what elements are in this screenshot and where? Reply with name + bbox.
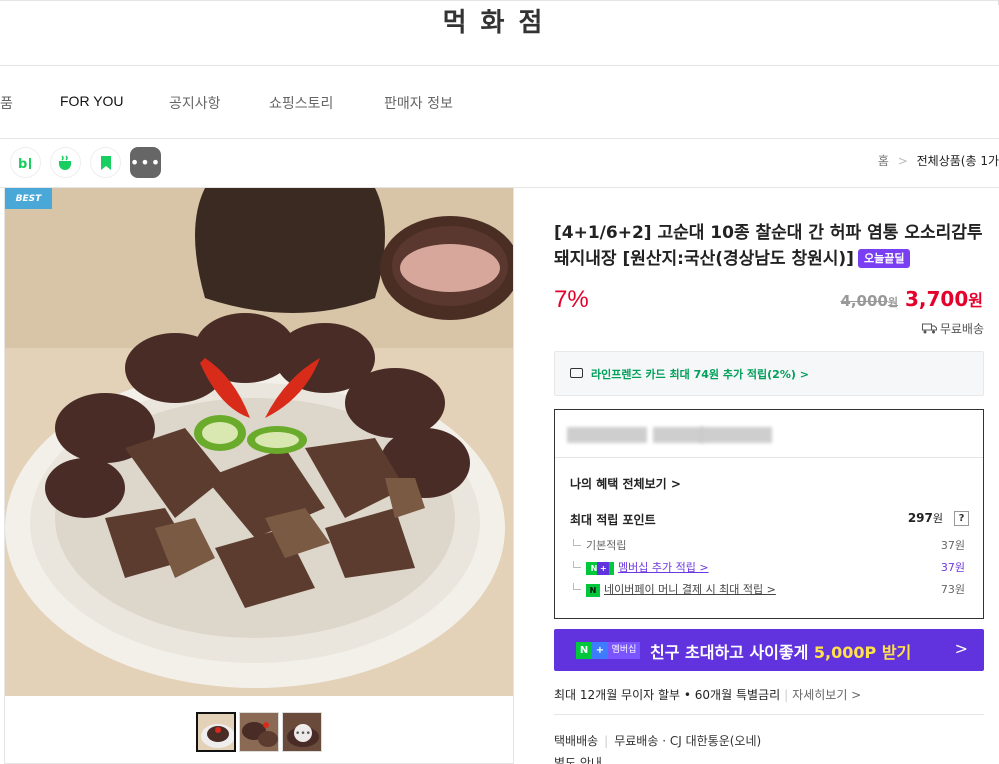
naver-membership-badge: N + 멤버십 bbox=[576, 642, 640, 659]
points-value: 73원 bbox=[940, 583, 965, 596]
benefits-box: 나의 혜택 전체보기 > 최대 적립 포인트 297원 ? 기본적립 37원 N… bbox=[554, 409, 984, 619]
benefits-header bbox=[555, 410, 983, 458]
blog-icon[interactable]: b bbox=[10, 147, 41, 178]
points-value: 37원 bbox=[940, 539, 965, 552]
divider bbox=[0, 138, 999, 139]
nav-item-shopping-story[interactable]: 쇼핑스토리 bbox=[269, 93, 333, 113]
breadcrumb-home[interactable]: 홈 bbox=[878, 154, 889, 168]
membership-link[interactable]: 멤버십 추가 적립 > bbox=[618, 561, 709, 574]
max-points-value: 297원 bbox=[907, 511, 943, 525]
shipping-info: 무료배송 bbox=[921, 320, 984, 337]
product-image[interactable]: BEST bbox=[5, 188, 513, 696]
thumbnail[interactable]: ••• bbox=[282, 712, 322, 752]
cafe-icon[interactable] bbox=[50, 147, 81, 178]
points-row-basic: 기본적립 bbox=[573, 537, 626, 553]
original-price: 4,000원 bbox=[840, 292, 898, 310]
best-badge: BEST bbox=[5, 188, 52, 209]
points-row-membership: N + 멤버십 추가 적립 > bbox=[573, 559, 709, 575]
installment-info: 최대 12개월 무이자 할부 • 60개월 특별금리 | 자세히보기 > bbox=[554, 688, 862, 702]
breadcrumb: 홈 > 전체상품(총 1가 bbox=[878, 152, 999, 169]
help-icon[interactable]: ? bbox=[954, 511, 969, 526]
naverpay-link[interactable]: 네이버페이 머니 결제 시 최대 적립 > bbox=[604, 583, 776, 596]
banner-text: 친구 초대하고 사이좋게 5,000P 받기 bbox=[650, 643, 912, 662]
svg-text:•••: ••• bbox=[295, 729, 311, 739]
points-value: 37원 bbox=[940, 561, 965, 574]
more-icon[interactable]: ••• bbox=[130, 147, 161, 178]
nav-item-for-you[interactable]: FOR YOU bbox=[60, 93, 124, 109]
thumbnail[interactable] bbox=[196, 712, 236, 752]
naverpay-icon: N bbox=[586, 584, 600, 597]
bookmark-icon[interactable] bbox=[90, 147, 121, 178]
chevron-right-icon: > bbox=[897, 154, 908, 168]
max-points-label: 최대 적립 포인트 bbox=[570, 513, 656, 527]
benefits-view-all[interactable]: 나의 혜택 전체보기 > bbox=[570, 475, 681, 492]
sale-price: 3,700원 bbox=[905, 287, 983, 311]
thumbnail[interactable] bbox=[239, 712, 279, 752]
nav-item-seller-info[interactable]: 판매자 정보 bbox=[384, 93, 453, 113]
product-title: [4+1/6+2] 고순대 10종 찰순대 간 허파 염통 오소리감투 돼지내장… bbox=[554, 220, 984, 272]
product-title-text: [4+1/6+2] 고순대 10종 찰순대 간 허파 염통 오소리감투 돼지내장… bbox=[554, 223, 983, 269]
nav-item-notice[interactable]: 공지사항 bbox=[169, 93, 221, 113]
blurred-text bbox=[700, 427, 772, 443]
delivery-notice: 별도 안내 bbox=[554, 756, 602, 764]
store-nav: 품 FOR YOU 공지사항 쇼핑스토리 판매자 정보 bbox=[0, 66, 999, 138]
card-icon bbox=[570, 368, 583, 378]
nav-item-products[interactable]: 품 bbox=[0, 93, 13, 113]
svg-text:b: b bbox=[18, 157, 27, 170]
card-promo-text: 라인프렌즈 카드 최대 74원 추가 적립(2%) > bbox=[591, 368, 809, 381]
blurred-text bbox=[567, 427, 647, 443]
blurred-text bbox=[653, 427, 703, 443]
naver-plus-badge: N + bbox=[586, 562, 614, 575]
installment-detail-link[interactable]: 자세히보기 > bbox=[792, 688, 861, 702]
divider bbox=[554, 714, 984, 715]
truck-icon bbox=[921, 323, 937, 334]
points-row-naverpay: N 네이버페이 머니 결제 시 최대 적립 > bbox=[573, 581, 776, 597]
breadcrumb-current[interactable]: 전체상품(총 1가 bbox=[917, 154, 999, 168]
deal-tag: 오늘끝딜 bbox=[857, 249, 911, 268]
delivery-info: 택배배송 | 무료배송 · CJ 대한통운(오네) bbox=[554, 734, 762, 748]
store-name[interactable]: 먹화점 bbox=[0, 2, 999, 39]
card-promo[interactable]: 라인프렌즈 카드 최대 74원 추가 적립(2%) > bbox=[554, 351, 984, 396]
chevron-right-icon: > bbox=[954, 639, 968, 658]
discount-rate: 7% bbox=[554, 286, 589, 313]
membership-invite-banner[interactable]: N + 멤버십 친구 초대하고 사이좋게 5,000P 받기 > bbox=[554, 629, 984, 671]
